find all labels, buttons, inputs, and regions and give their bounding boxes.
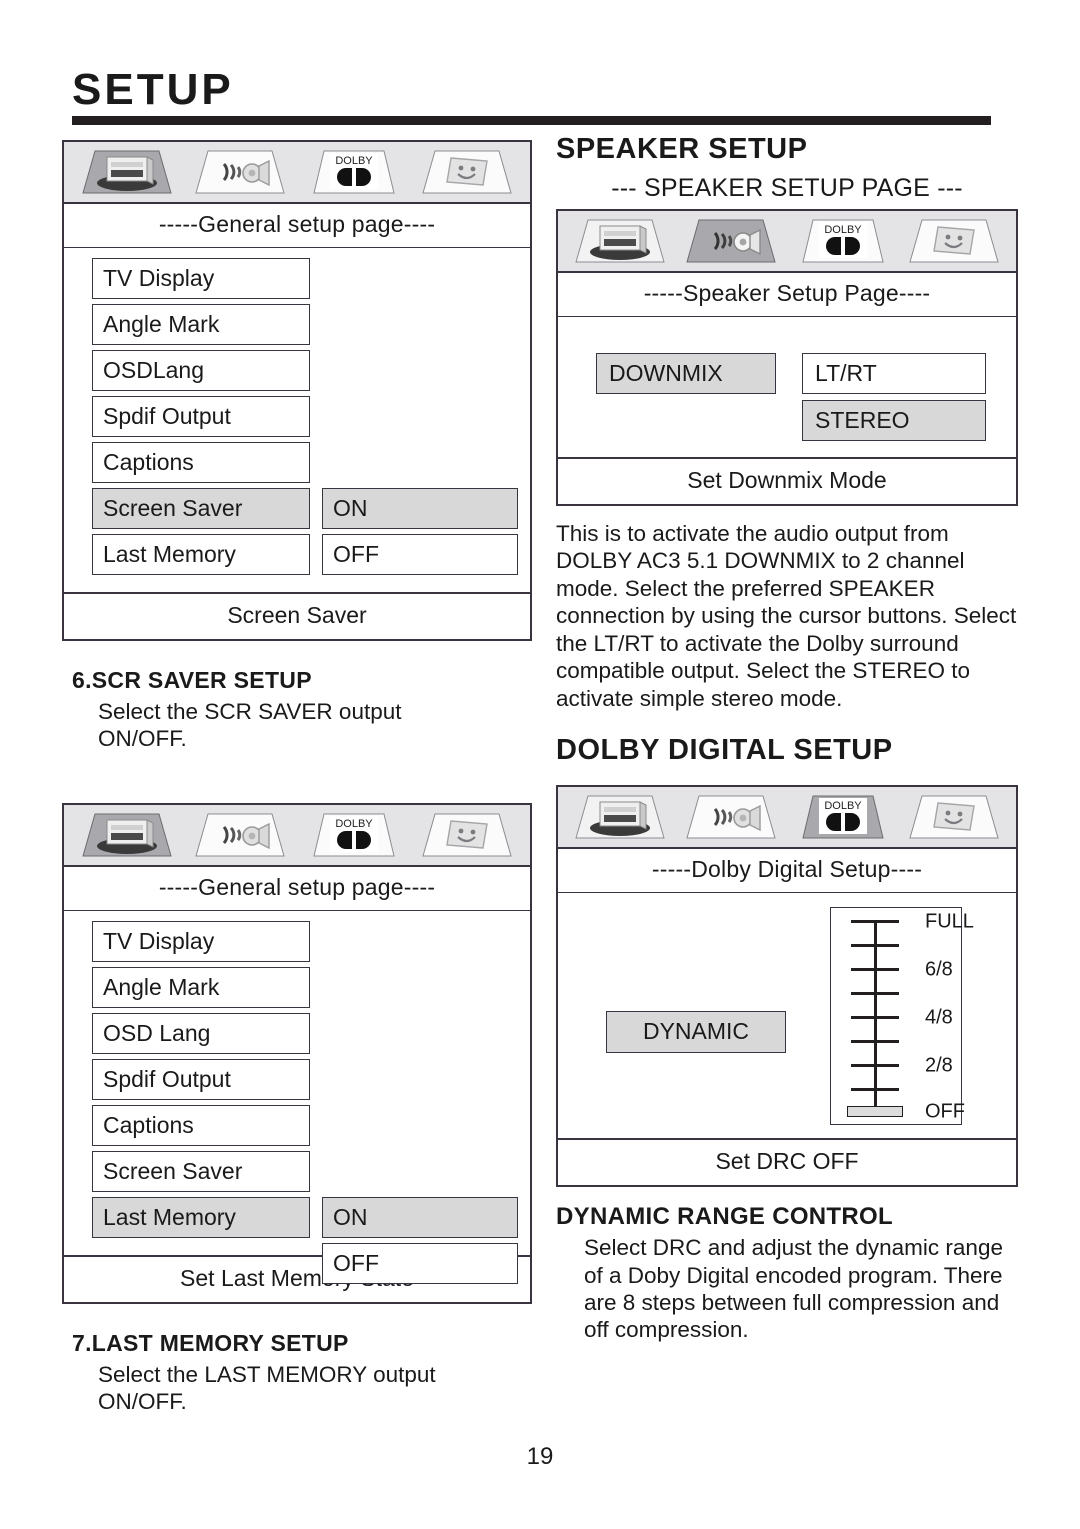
option-on[interactable]: ON: [322, 488, 518, 529]
option-off[interactable]: OFF: [322, 534, 518, 575]
menu-item-list: TV Display Angle Mark OSD Lang Spdif Out…: [92, 920, 310, 1243]
preference-setup-icon[interactable]: [421, 810, 513, 860]
preference-setup-icon[interactable]: [421, 147, 513, 197]
icon-bar: DOLBY: [558, 211, 1016, 273]
speaker-setup-icon[interactable]: [685, 792, 777, 842]
dolby-digital-icon[interactable]: DOLBY: [308, 147, 400, 197]
page-title: SETUP: [72, 65, 234, 114]
left-column: DOLBY -----General setup page---- TV Dis…: [62, 140, 532, 1416]
drc-tick-4: [851, 1016, 899, 1019]
osd-panel-screen-saver: DOLBY -----General setup page---- TV Dis…: [62, 140, 532, 641]
drc-label-6-8: 6/8: [925, 958, 953, 981]
dolby-digital-icon[interactable]: DOLBY: [797, 216, 889, 266]
menu-item-list: TV Display Angle Mark OSDLang Spdif Outp…: [92, 258, 310, 580]
downmix-button[interactable]: DOWNMIX: [596, 353, 776, 394]
menu-item-spdif-output[interactable]: Spdif Output: [92, 1058, 310, 1100]
drc-tick-5: [851, 1040, 899, 1043]
section-body-last-memory: Select the LAST MEMORY output ON/OFF.: [98, 1361, 436, 1415]
speaker-setup-body: This is to activate the audio output fro…: [556, 521, 1017, 711]
icon-bar: DOLBY: [64, 804, 530, 867]
general-setup-icon[interactable]: [574, 216, 666, 266]
section-body-scr-saver: Select the SCR SAVER output ON/OFF.: [98, 699, 402, 752]
option-list: ON OFF: [322, 258, 530, 580]
drc-label-full: FULL: [925, 910, 974, 933]
menu-item-captions[interactable]: Captions: [92, 442, 310, 483]
drc-scale: FULL 6/8 4/8 2/8 OFF: [845, 911, 974, 1123]
icon-bar: DOLBY: [64, 142, 530, 204]
osd-footer: Set Downmix Mode: [558, 457, 1016, 504]
dynamic-button[interactable]: DYNAMIC: [606, 1011, 786, 1054]
menu-item-tv-display[interactable]: TV Display: [92, 258, 310, 299]
speaker-setup-heading: SPEAKER SETUP: [556, 133, 808, 165]
page-number: 19: [526, 1443, 554, 1470]
downmix-group: DOWNMIX: [596, 353, 776, 400]
menu-item-last-memory[interactable]: Last Memory: [92, 534, 310, 575]
menu-item-last-memory[interactable]: Last Memory: [92, 1196, 310, 1238]
option-ltrt[interactable]: LT/RT: [802, 353, 986, 394]
menu-item-tv-display[interactable]: TV Display: [92, 920, 310, 962]
osd-footer: Screen Saver: [64, 592, 530, 639]
svg-text:DOLBY: DOLBY: [824, 224, 862, 236]
manual-page: SETUP DOLBY -----General setup page---- …: [0, 0, 1080, 1529]
dolby-digital-icon[interactable]: DOLBY: [308, 810, 400, 860]
option-stereo[interactable]: STEREO: [802, 400, 986, 441]
osd-panel-speaker-setup: DOLBY -----Speaker Setup Page---- DOWNMI…: [556, 209, 1018, 506]
drc-tick-0: [851, 920, 899, 923]
preference-setup-icon[interactable]: [908, 216, 1000, 266]
preference-setup-icon[interactable]: [908, 792, 1000, 842]
osd-body: DOWNMIX LT/RT STEREO: [558, 317, 1016, 457]
svg-text:DOLBY: DOLBY: [335, 818, 373, 830]
drc-tick-3: [851, 992, 899, 995]
osd-body: TV Display Angle Mark OSDLang Spdif Outp…: [64, 248, 530, 592]
menu-item-spdif-output[interactable]: Spdif Output: [92, 396, 310, 437]
speaker-setup-icon[interactable]: [194, 147, 286, 197]
dolby-digital-setup-heading: DOLBY DIGITAL SETUP: [556, 734, 893, 767]
svg-text:DOLBY: DOLBY: [335, 155, 373, 167]
menu-item-angle-mark[interactable]: Angle Mark: [92, 304, 310, 345]
general-setup-icon[interactable]: [81, 810, 173, 860]
menu-item-angle-mark[interactable]: Angle Mark: [92, 966, 310, 1008]
speaker-setup-icon[interactable]: [685, 216, 777, 266]
icon-bar: DOLBY: [558, 787, 1016, 850]
speaker-setup-page-label: --- SPEAKER SETUP PAGE ---: [611, 174, 963, 202]
option-on[interactable]: ON: [322, 1196, 518, 1238]
osd-body: TV Display Angle Mark OSD Lang Spdif Out…: [64, 911, 530, 1284]
speaker-setup-icon[interactable]: [194, 810, 286, 860]
general-setup-icon[interactable]: [81, 147, 173, 197]
title-divider: [72, 116, 991, 125]
option-list: ON OFF: [322, 921, 530, 1284]
osd-footer: Set DRC OFF: [558, 1138, 1016, 1185]
section-heading-last-memory: 7.LAST MEMORY SETUP: [72, 1329, 349, 1356]
menu-item-screen-saver[interactable]: Screen Saver: [92, 488, 310, 529]
drc-label-2-8: 2/8: [925, 1054, 953, 1077]
osd-panel-last-memory: DOLBY -----General setup page---- TV Dis…: [62, 802, 532, 1304]
drc-label-off: OFF: [925, 1100, 965, 1123]
section-body-drc: Select DRC and adjust the dynamic range …: [584, 1235, 1003, 1343]
osd-subtitle: -----General setup page----: [64, 204, 530, 248]
osd-body: DYNAMIC FULL 6/8 4/8 2/8 OFF: [558, 893, 1016, 1138]
menu-item-screen-saver[interactable]: Screen Saver: [92, 1150, 310, 1192]
svg-text:DOLBY: DOLBY: [824, 800, 862, 812]
drc-tick-2: [851, 968, 899, 971]
section-heading-scr-saver: 6.SCR SAVER SETUP: [72, 667, 312, 693]
menu-item-captions[interactable]: Captions: [92, 1104, 310, 1146]
downmix-option-group: LT/RT STEREO: [802, 353, 986, 447]
osd-subtitle: -----Dolby Digital Setup----: [558, 849, 1016, 894]
general-setup-icon[interactable]: [574, 792, 666, 842]
menu-item-osd-lang[interactable]: OSDLang: [92, 350, 310, 391]
menu-item-osd-lang[interactable]: OSD Lang: [92, 1012, 310, 1054]
drc-slider[interactable]: FULL 6/8 4/8 2/8 OFF: [830, 907, 974, 1126]
osd-subtitle: -----General setup page----: [64, 867, 530, 911]
osd-panel-dolby-digital: DOLBY -----Dolby Digital Setup---- DYNAM…: [556, 785, 1018, 1188]
section-heading-drc: DYNAMIC RANGE CONTROL: [556, 1203, 893, 1231]
drc-tick-7: [851, 1088, 899, 1091]
drc-tick-1: [851, 944, 899, 947]
drc-label-4-8: 4/8: [925, 1006, 953, 1029]
drc-tick-6: [851, 1064, 899, 1067]
dolby-digital-icon[interactable]: DOLBY: [797, 792, 889, 842]
right-column: SPEAKER SETUP --- SPEAKER SETUP PAGE ---: [556, 133, 1018, 1344]
drc-knob[interactable]: [847, 1106, 903, 1118]
osd-subtitle: -----Speaker Setup Page----: [558, 273, 1016, 317]
option-off[interactable]: OFF: [322, 1242, 518, 1284]
